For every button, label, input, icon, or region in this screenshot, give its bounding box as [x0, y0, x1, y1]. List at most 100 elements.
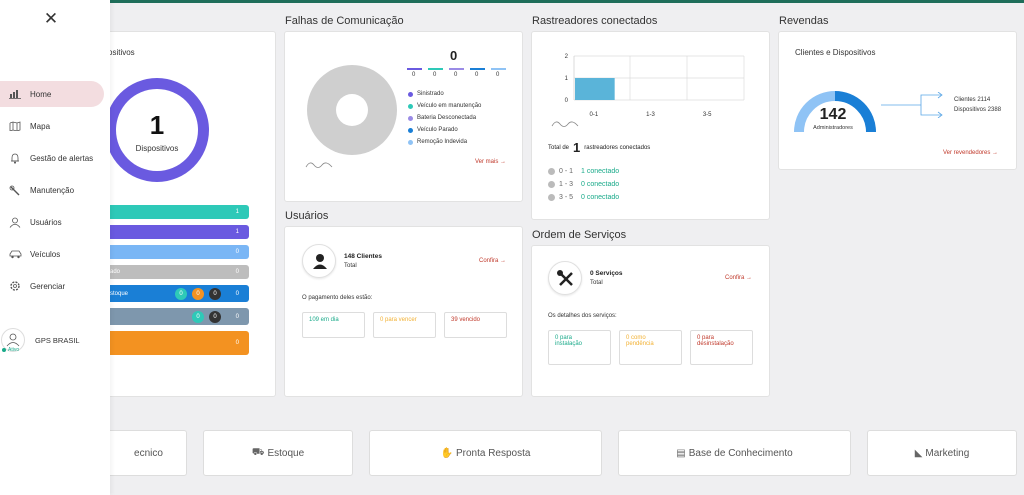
rastreadores-card: 0 1 2 0-1 1-3 3-5 Total de 1 rastreadores co…: [531, 31, 770, 220]
ordem-avatar: [548, 261, 582, 295]
wrench-icon: [4, 183, 26, 197]
gear-icon: [4, 279, 26, 293]
status-bar-3[interactable]: 0: [95, 245, 249, 259]
devices-card-title: ositivos: [108, 48, 135, 57]
stat-para-vencer: 0 para vencer: [373, 312, 436, 338]
clients-count: 148 Clientes: [344, 253, 382, 260]
ordem-confira-link[interactable]: Confira →: [725, 275, 752, 281]
falhas-mini-bars: 0 0 0 0 0: [407, 68, 517, 80]
status-bar-estoque-label: stoque: [110, 290, 129, 297]
sidebar-item-gerenciar[interactable]: Gerenciar: [0, 273, 104, 299]
sidebar-item-home[interactable]: Home: [0, 81, 104, 107]
top-accent-line: [0, 0, 1024, 3]
status-bar-7[interactable]: 0: [95, 331, 249, 355]
sidebar-item-label: Mapa: [30, 121, 51, 131]
bar-0-1: [575, 78, 615, 100]
pill-dark-2: 0: [209, 310, 221, 323]
megaphone-icon: ◣: [914, 447, 923, 459]
legend-bateria: Bateria Desconectada: [408, 115, 476, 121]
falhas-card: 0 0 0 0 0 0 Sinistrado Veículo em manute…: [284, 31, 523, 202]
y-tick-label: 2: [565, 54, 569, 60]
usuarios-confira-link[interactable]: Confira →: [479, 258, 506, 264]
range-row-1: 0 - 11 conectado: [548, 168, 619, 175]
total-rastreadores: Total de 1 rastreadores conectados: [548, 140, 651, 155]
status-bar-4-label: ado: [110, 269, 121, 275]
sidebar-item-label: Gerenciar: [30, 281, 66, 291]
estoque-button[interactable]: ⛟ Estoque: [203, 430, 353, 476]
status-bar-6[interactable]: 0 0 0: [95, 308, 249, 325]
wave-icon-2: [551, 121, 579, 127]
services-count: 0 Serviços: [590, 270, 623, 277]
mini-value-4: 0: [475, 72, 479, 78]
sidebar-item-label: Home: [30, 89, 52, 99]
sidebar-item-usuarios[interactable]: Usuários: [0, 209, 104, 235]
legend-parado: Veículo Parado: [408, 127, 458, 133]
usuarios-card: 148 Clientes Total Confira → O pagamento…: [284, 226, 523, 397]
file-icon: ▤: [676, 447, 686, 459]
sidebar-item-alertas[interactable]: Gestão de alertas: [0, 145, 104, 171]
close-icon[interactable]: ✕: [43, 10, 59, 27]
legend-manutencao: Veículo em manutenção: [408, 103, 481, 109]
sidebar-item-label: Gestão de alertas: [30, 153, 94, 163]
sidebar: ✕ Home Mapa Gestão de alertas Manutenção…: [0, 0, 110, 495]
stat-desinstalacao: 0 para desinstalação: [690, 330, 753, 365]
sidebar-item-label: Manutenção: [30, 185, 75, 195]
wave-icon: [305, 162, 333, 168]
pronta-resposta-button[interactable]: ✋ Pronta Resposta: [369, 430, 602, 476]
stat-instalacao: 0 para instalação: [548, 330, 611, 365]
split-arrow-icon: [881, 92, 943, 118]
clients-total-label: Total: [344, 263, 357, 269]
ver-mais-link[interactable]: Ver mais →: [475, 159, 506, 165]
chart-icon: [4, 87, 26, 101]
falhas-donut: [307, 65, 397, 155]
mini-value-5: 0: [496, 72, 500, 78]
pill-dark: 0: [209, 287, 221, 300]
map-icon: [4, 119, 26, 133]
x-tick-label: 1-3: [646, 112, 655, 118]
base-conhecimento-button[interactable]: ▤ Base de Conhecimento: [618, 430, 851, 476]
rastreadores-section-title: Rastreadores conectados: [532, 15, 658, 27]
revendas-card: Clientes e Dispositivos 142 Administrado…: [778, 31, 1017, 170]
status-bar-1[interactable]: 1: [95, 205, 249, 219]
details-label: Os detalhes dos serviços:: [548, 313, 617, 319]
usuarios-section-title: Usuários: [285, 210, 329, 222]
ordem-section-title: Ordem de Serviços: [532, 229, 627, 241]
hand-icon: ✋: [440, 447, 453, 459]
sidebar-item-label: Usuários: [30, 217, 62, 227]
sidebar-item-manutencao[interactable]: Manutenção: [0, 177, 104, 203]
status-bar-2[interactable]: 1: [95, 225, 249, 239]
status-bar-estoque[interactable]: stoque 0 0 0 0: [95, 285, 249, 302]
x-tick-label: 0-1: [589, 112, 598, 118]
account-status: Ativo: [2, 347, 19, 353]
sidebar-item-label: Veículos: [30, 249, 61, 259]
truck-icon: ⛟: [251, 446, 265, 458]
ver-revendedores-link[interactable]: Ver revendedores →: [943, 150, 998, 156]
status-bar-4[interactable]: ado 0: [95, 265, 249, 279]
gauge-value: 142: [819, 106, 847, 123]
y-tick-label: 1: [565, 76, 569, 82]
falhas-total: 0: [450, 48, 458, 63]
legend-remocao: Remoção Indevida: [408, 139, 467, 145]
y-tick-label: 0: [565, 98, 569, 104]
tools-icon: [557, 270, 573, 286]
sidebar-item-veiculos[interactable]: Veículos: [0, 241, 104, 267]
usuarios-avatar: [302, 244, 336, 278]
mini-value-1: 0: [412, 72, 416, 78]
falhas-section-title: Falhas de Comunicação: [285, 15, 404, 27]
account-name: GPS BRASIL: [35, 336, 80, 345]
marketing-button[interactable]: ◣ Marketing: [867, 430, 1017, 476]
mini-value-2: 0: [433, 72, 437, 78]
gauge-label: Administradores: [813, 125, 853, 131]
devices-donut-value: 1: [149, 110, 165, 140]
stat-em-dia: 109 em dia: [302, 312, 365, 338]
dispositivos-count: Dispositivos 2388: [954, 107, 1002, 113]
stat-vencido: 39 vencido: [444, 312, 507, 338]
revendas-section-title: Revendas: [779, 15, 829, 27]
pill-teal-2: 0: [192, 310, 204, 323]
x-tick-label: 3-5: [703, 112, 712, 118]
sidebar-item-mapa[interactable]: Mapa: [0, 113, 104, 139]
range-row-3: 3 - 50 conectado: [548, 194, 619, 201]
ordem-card: 0 Serviços Total Confira → Os detalhes d…: [531, 245, 770, 397]
clientes-count: Clientes 2114: [954, 97, 991, 103]
mini-value-3: 0: [454, 72, 458, 78]
